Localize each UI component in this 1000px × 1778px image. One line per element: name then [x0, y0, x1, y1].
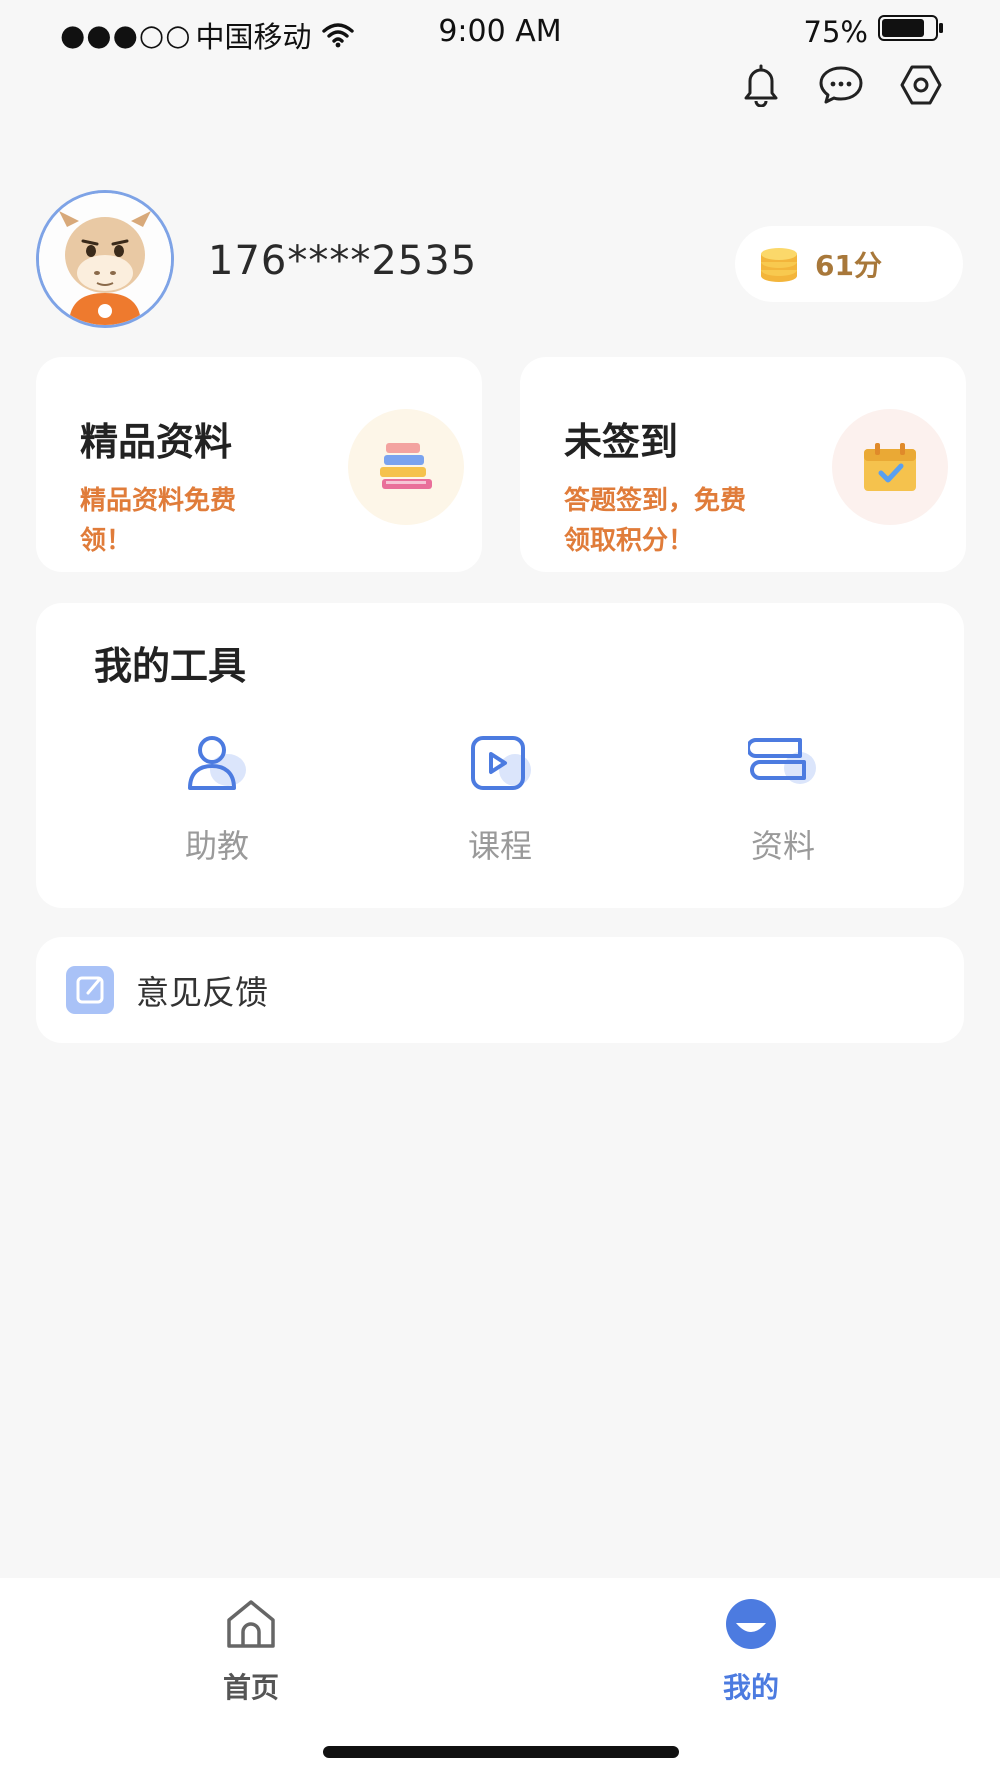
coins-icon — [757, 244, 801, 284]
home-icon — [219, 1592, 283, 1656]
materials-icon — [743, 723, 823, 803]
checkin-subtitle: 答题签到，免费领取积分！ — [564, 486, 747, 556]
username: 176****2535 — [208, 238, 478, 284]
feedback-row[interactable]: 意见反馈 — [36, 937, 964, 1043]
status-bar: ●●●○○ 中国移动 9:00 AM 75% — [0, 0, 1000, 70]
tool-assistant-label: 助教 — [184, 827, 249, 865]
points-badge[interactable]: 61分 — [735, 226, 963, 302]
tool-course-label: 课程 — [467, 827, 532, 865]
tool-course[interactable]: 课程 — [420, 723, 580, 867]
battery-icon — [878, 14, 944, 49]
tab-profile[interactable]: 我的 — [671, 1592, 831, 1706]
home-indicator — [323, 1746, 679, 1758]
feedback-label: 意见反馈 — [136, 973, 268, 1012]
tab-bar: 首页 我的 — [0, 1578, 1000, 1778]
checkin-card[interactable]: 未签到 答题签到，免费领取积分！ — [520, 357, 966, 572]
edit-icon — [66, 966, 114, 1014]
message-icon[interactable] — [818, 62, 864, 108]
premium-title: 精品资料 — [80, 420, 233, 464]
points-value: 61分 — [815, 249, 882, 282]
bell-icon[interactable] — [738, 62, 784, 108]
tools-row: 助教 课程 资料 — [36, 723, 964, 873]
calendar-check-icon — [832, 409, 948, 525]
tool-assistant[interactable]: 助教 — [137, 723, 297, 867]
course-icon — [460, 723, 540, 803]
settings-icon[interactable] — [898, 62, 944, 108]
battery-percent: 75% — [803, 14, 868, 49]
tool-materials-label: 资料 — [750, 827, 815, 865]
tool-materials[interactable]: 资料 — [703, 723, 863, 867]
my-tools-card: 我的工具 助教 课程 资料 — [36, 603, 964, 908]
battery: 75% — [804, 14, 944, 49]
books-icon — [348, 409, 464, 525]
profile-icon — [719, 1592, 783, 1656]
assistant-icon — [177, 723, 257, 803]
checkin-title: 未签到 — [564, 420, 679, 464]
profile-page: ●●●○○ 中国移动 9:00 AM 75% 176****2535 61分 精… — [0, 0, 1000, 1778]
tab-profile-label: 我的 — [722, 1671, 779, 1704]
tools-title: 我的工具 — [94, 644, 247, 688]
tab-home-label: 首页 — [222, 1671, 279, 1704]
avatar[interactable] — [36, 190, 174, 328]
tab-home[interactable]: 首页 — [171, 1592, 331, 1706]
premium-subtitle: 精品资料免费领！ — [80, 486, 237, 556]
header-actions — [738, 62, 944, 108]
premium-materials-card[interactable]: 精品资料 精品资料免费领！ — [36, 357, 482, 572]
